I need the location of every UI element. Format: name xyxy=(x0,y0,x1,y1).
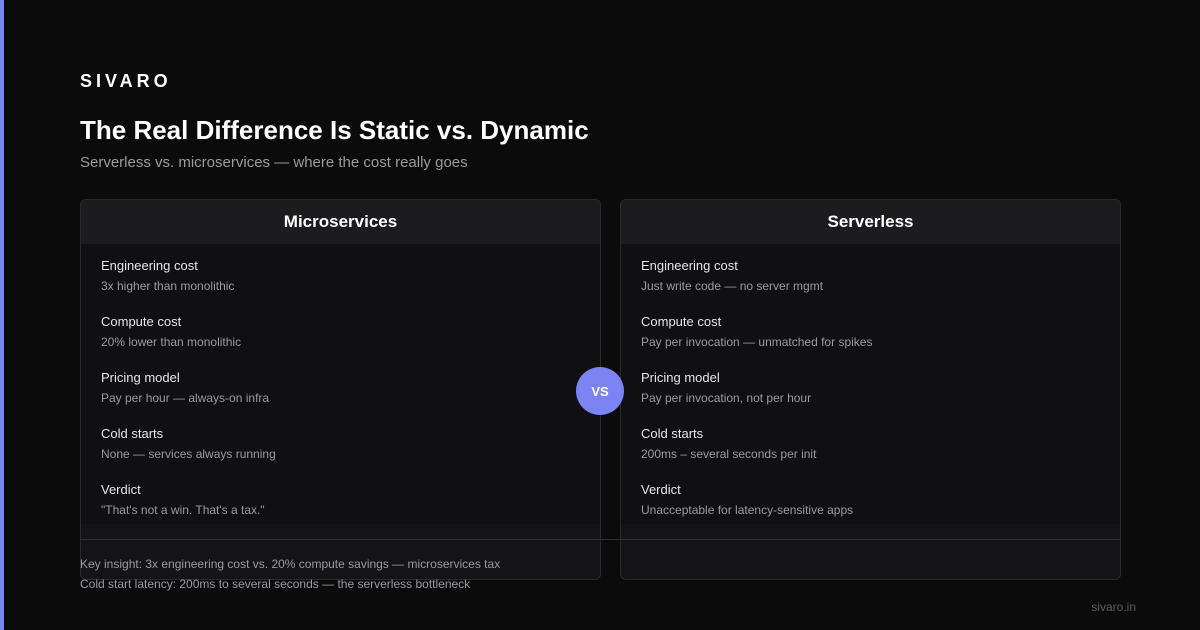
row-label: Cold starts xyxy=(641,426,704,441)
microservices-heading: Microservices xyxy=(81,200,600,244)
microservices-card: Microservices Engineering cost 3x higher… xyxy=(80,199,601,580)
comparison-row: Pricing model Pay per invocation, not pe… xyxy=(621,356,1120,412)
comparison-row: Verdict Unacceptable for latency-sensiti… xyxy=(621,468,1120,524)
row-value: Pay per hour — always-on infra xyxy=(101,391,270,405)
accent-bar xyxy=(0,0,4,630)
page-subtitle: Serverless vs. microservices — where the… xyxy=(80,154,468,171)
row-value: Pay per invocation, not per hour xyxy=(641,391,812,405)
comparison-row: Engineering cost 3x higher than monolith… xyxy=(81,244,600,300)
section-divider xyxy=(80,539,1121,540)
row-label: Engineering cost xyxy=(101,258,198,273)
row-value: 200ms – several seconds per init xyxy=(641,447,817,461)
row-label: Engineering cost xyxy=(641,258,738,273)
row-value: Unacceptable for latency-sensitive apps xyxy=(641,503,854,517)
comparison-row: Cold starts 200ms – several seconds per … xyxy=(621,412,1120,468)
row-value: None — services always running xyxy=(101,447,276,461)
row-label: Pricing model xyxy=(641,370,720,385)
row-label: Cold starts xyxy=(101,426,164,441)
row-value: 20% lower than monolithic xyxy=(101,335,242,349)
serverless-card: Serverless Engineering cost Just write c… xyxy=(620,199,1121,580)
footer-url: sivaro.in xyxy=(1091,600,1136,614)
microservices-rows: Engineering cost 3x higher than monolith… xyxy=(81,244,600,524)
brand-logo: SIVARO xyxy=(80,71,172,91)
row-value: "That's not a win. That's a tax." xyxy=(101,503,265,517)
comparison-row: Compute cost 20% lower than monolithic xyxy=(81,300,600,356)
row-label: Compute cost xyxy=(101,314,182,329)
comparison-row: Verdict "That's not a win. That's a tax.… xyxy=(81,468,600,524)
comparison-row: Engineering cost Just write code — no se… xyxy=(621,244,1120,300)
key-insight-note: Key insight: 3x engineering cost vs. 20%… xyxy=(80,557,501,571)
row-label: Verdict xyxy=(641,482,681,497)
row-label: Compute cost xyxy=(641,314,722,329)
serverless-rows: Engineering cost Just write code — no se… xyxy=(621,244,1120,524)
comparison-row: Cold starts None — services always runni… xyxy=(81,412,600,468)
serverless-heading: Serverless xyxy=(621,200,1120,244)
row-label: Pricing model xyxy=(101,370,180,385)
comparison-row: Compute cost Pay per invocation — unmatc… xyxy=(621,300,1120,356)
row-value: Just write code — no server mgmt xyxy=(641,279,824,293)
comparison-row: Pricing model Pay per hour — always-on i… xyxy=(81,356,600,412)
vs-badge: VS xyxy=(576,367,624,415)
row-label: Verdict xyxy=(101,482,141,497)
row-value: 3x higher than monolithic xyxy=(101,279,235,293)
cold-start-note: Cold start latency: 200ms to several sec… xyxy=(80,577,471,591)
row-value: Pay per invocation — unmatched for spike… xyxy=(641,335,873,349)
page-title: The Real Difference Is Static vs. Dynami… xyxy=(80,115,589,145)
